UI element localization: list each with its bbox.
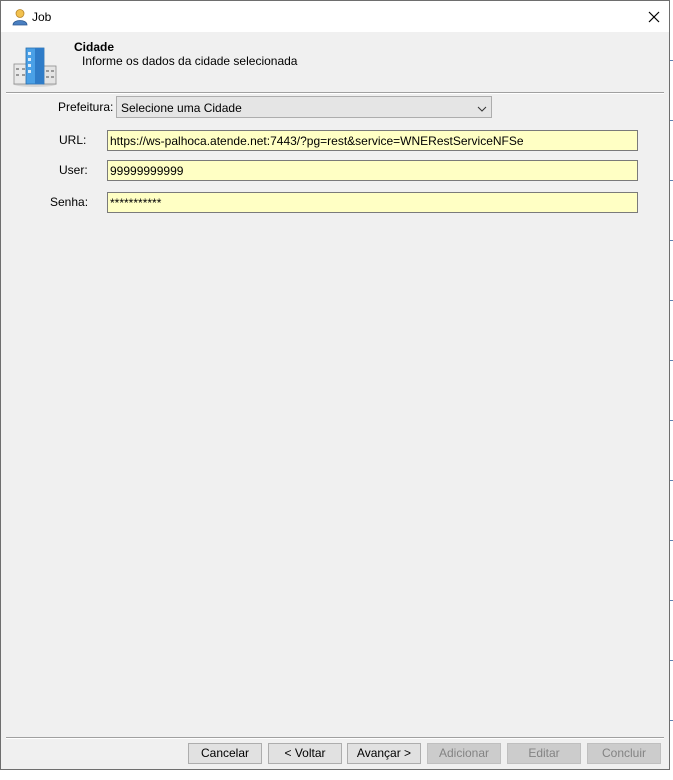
back-button[interactable]: < Voltar xyxy=(268,743,342,764)
senha-field[interactable] xyxy=(107,192,638,213)
chevron-down-icon xyxy=(477,102,487,116)
prefeitura-label: Prefeitura: xyxy=(58,100,114,114)
url-label: URL: xyxy=(59,133,87,147)
cancel-button[interactable]: Cancelar xyxy=(188,743,262,764)
wizard-header: Cidade Informe os dados da cidade seleci… xyxy=(1,32,669,92)
buildings-icon xyxy=(11,44,59,88)
finish-button[interactable]: Concluir xyxy=(587,743,661,764)
user-field[interactable] xyxy=(107,160,638,181)
next-button[interactable]: Avançar > xyxy=(347,743,421,764)
add-button[interactable]: Adicionar xyxy=(427,743,501,764)
user-icon xyxy=(11,8,29,26)
edit-button[interactable]: Editar xyxy=(507,743,581,764)
footer-divider xyxy=(6,737,664,739)
header-title: Cidade xyxy=(74,40,115,54)
url-field[interactable] xyxy=(107,130,638,151)
title-bar: Job xyxy=(1,1,669,32)
header-divider xyxy=(6,92,664,94)
close-button[interactable] xyxy=(639,1,669,32)
user-label: User: xyxy=(59,163,88,177)
prefeitura-select[interactable]: Selecione uma Cidade xyxy=(116,96,492,118)
window-title: Job xyxy=(32,10,52,24)
job-dialog: Job Cidade Informe os dados da cidade se… xyxy=(0,0,670,770)
header-subtitle: Informe os dados da cidade selecionada xyxy=(82,54,298,68)
close-icon xyxy=(648,11,660,23)
senha-label: Senha: xyxy=(50,195,89,209)
prefeitura-selected-value: Selecione uma Cidade xyxy=(121,101,242,115)
